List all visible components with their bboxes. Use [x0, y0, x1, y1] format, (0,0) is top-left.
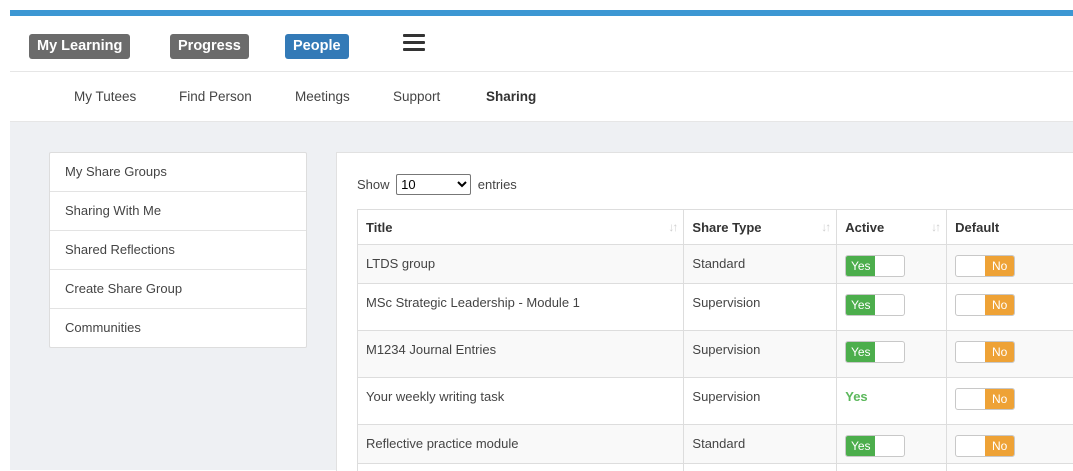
cell-default: No	[947, 425, 1073, 464]
column-header-share-type-label: Share Type	[692, 220, 761, 235]
sub-navigation: My Tutees Find Person Meetings Support S…	[10, 72, 1073, 122]
page-length-select[interactable]: 10	[396, 174, 471, 195]
sidebar-item-communities[interactable]: Communities	[50, 309, 306, 347]
cell-share-type: Standard	[684, 425, 837, 464]
cell-default: No	[947, 284, 1073, 331]
table-row: M1234 Journal Entries Supervision Yes No	[358, 331, 1073, 378]
default-toggle[interactable]: No	[955, 341, 1015, 363]
cell-active: Yes	[837, 284, 947, 331]
share-groups-panel: Show 10 entries Title ↓↑ Share Type ↓↑ Act…	[336, 152, 1073, 471]
cell-default: No	[947, 378, 1073, 425]
sidebar-item-sharing-with-me[interactable]: Sharing With Me	[50, 192, 306, 231]
default-no-label: No	[985, 256, 1014, 276]
nav-my-learning[interactable]: My Learning	[29, 34, 130, 59]
cell-title: LTDS group	[358, 245, 684, 284]
sharing-sidebar: My Share Groups Sharing With Me Shared R…	[49, 152, 307, 348]
subnav-support[interactable]: Support	[393, 89, 440, 104]
cell-default: No	[947, 245, 1073, 284]
subnav-my-tutees[interactable]: My Tutees	[74, 89, 136, 104]
cell-title: MSc Strategic Leadership - Module 1	[358, 284, 684, 331]
nav-progress[interactable]: Progress	[170, 34, 249, 59]
hamburger-menu-icon[interactable]	[403, 32, 425, 54]
default-no-label: No	[985, 342, 1014, 362]
column-header-active[interactable]: Active ↓↑	[837, 210, 947, 245]
table-row: LTDS group Standard Yes No	[358, 245, 1073, 284]
cell-title: Reflective practice module	[358, 425, 684, 464]
default-toggle[interactable]: No	[955, 294, 1015, 316]
entries-label: entries	[478, 177, 517, 192]
sort-arrows-icon: ↓↑	[821, 220, 829, 234]
cell-active: Yes	[837, 425, 947, 464]
cell-active: Yes	[837, 245, 947, 284]
sort-arrows-icon: ↓↑	[931, 220, 939, 234]
default-toggle[interactable]: No	[955, 435, 1015, 457]
active-yes-label: Yes	[846, 256, 875, 276]
subnav-find-person[interactable]: Find Person	[179, 89, 252, 104]
cell-active: Yes	[837, 331, 947, 378]
active-toggle[interactable]: Yes	[845, 294, 905, 316]
sort-arrows-icon: ↓↑	[668, 220, 676, 234]
subnav-meetings[interactable]: Meetings	[295, 89, 350, 104]
sidebar-item-my-share-groups[interactable]: My Share Groups	[50, 153, 306, 192]
table-row: Reflective practice module Standard Yes …	[358, 425, 1073, 464]
active-toggle[interactable]: Yes	[845, 435, 905, 457]
column-header-share-type[interactable]: Share Type ↓↑	[684, 210, 837, 245]
sidebar-item-shared-reflections[interactable]: Shared Reflections	[50, 231, 306, 270]
show-label: Show	[357, 177, 390, 192]
cell-share-type: Supervision	[684, 331, 837, 378]
cell-active: Yes	[837, 378, 947, 425]
cell-title: M1234 Journal Entries	[358, 331, 684, 378]
active-yes-label: Yes	[846, 436, 875, 456]
default-toggle[interactable]: No	[955, 255, 1015, 277]
table-header-row: Title ↓↑ Share Type ↓↑ Active ↓↑ Default↓↑	[358, 210, 1073, 245]
active-toggle[interactable]: Yes	[845, 255, 905, 277]
default-no-label: No	[985, 389, 1014, 409]
table-row: MSc Strategic Leadership - Module 1 Supe…	[358, 284, 1073, 331]
nav-people[interactable]: People	[285, 34, 349, 59]
column-header-title-label: Title	[366, 220, 393, 235]
column-header-default-label: Default	[955, 220, 999, 235]
subnav-sharing[interactable]: Sharing	[486, 89, 536, 104]
default-no-label: No	[985, 436, 1014, 456]
active-toggle[interactable]: Yes	[845, 341, 905, 363]
cell-share-type: Supervision	[684, 284, 837, 331]
default-no-label: No	[985, 295, 1014, 315]
default-toggle[interactable]: No	[955, 388, 1015, 410]
page-length-control: Show 10 entries	[357, 174, 517, 196]
cell-share-type: Standard	[684, 245, 837, 284]
top-navigation: My Learning Progress People	[10, 16, 1073, 72]
active-yes-label: Yes	[846, 295, 875, 315]
cell-default: No	[947, 331, 1073, 378]
column-header-title[interactable]: Title ↓↑	[358, 210, 684, 245]
active-yes-label: Yes	[846, 342, 875, 362]
share-groups-table: Title↓↑ Share Type↓↑ Active↓↑ Default↓↑ …	[357, 209, 1073, 471]
sidebar-item-create-share-group[interactable]: Create Share Group	[50, 270, 306, 309]
table-row: Your weekly writing task Supervision Yes…	[358, 378, 1073, 425]
column-header-default[interactable]: Default↓↑	[947, 210, 1073, 245]
cell-title: Your weekly writing task	[358, 378, 684, 425]
active-yes-text: Yes	[845, 389, 867, 404]
column-header-active-label: Active	[845, 220, 884, 235]
cell-share-type: Supervision	[684, 378, 837, 425]
